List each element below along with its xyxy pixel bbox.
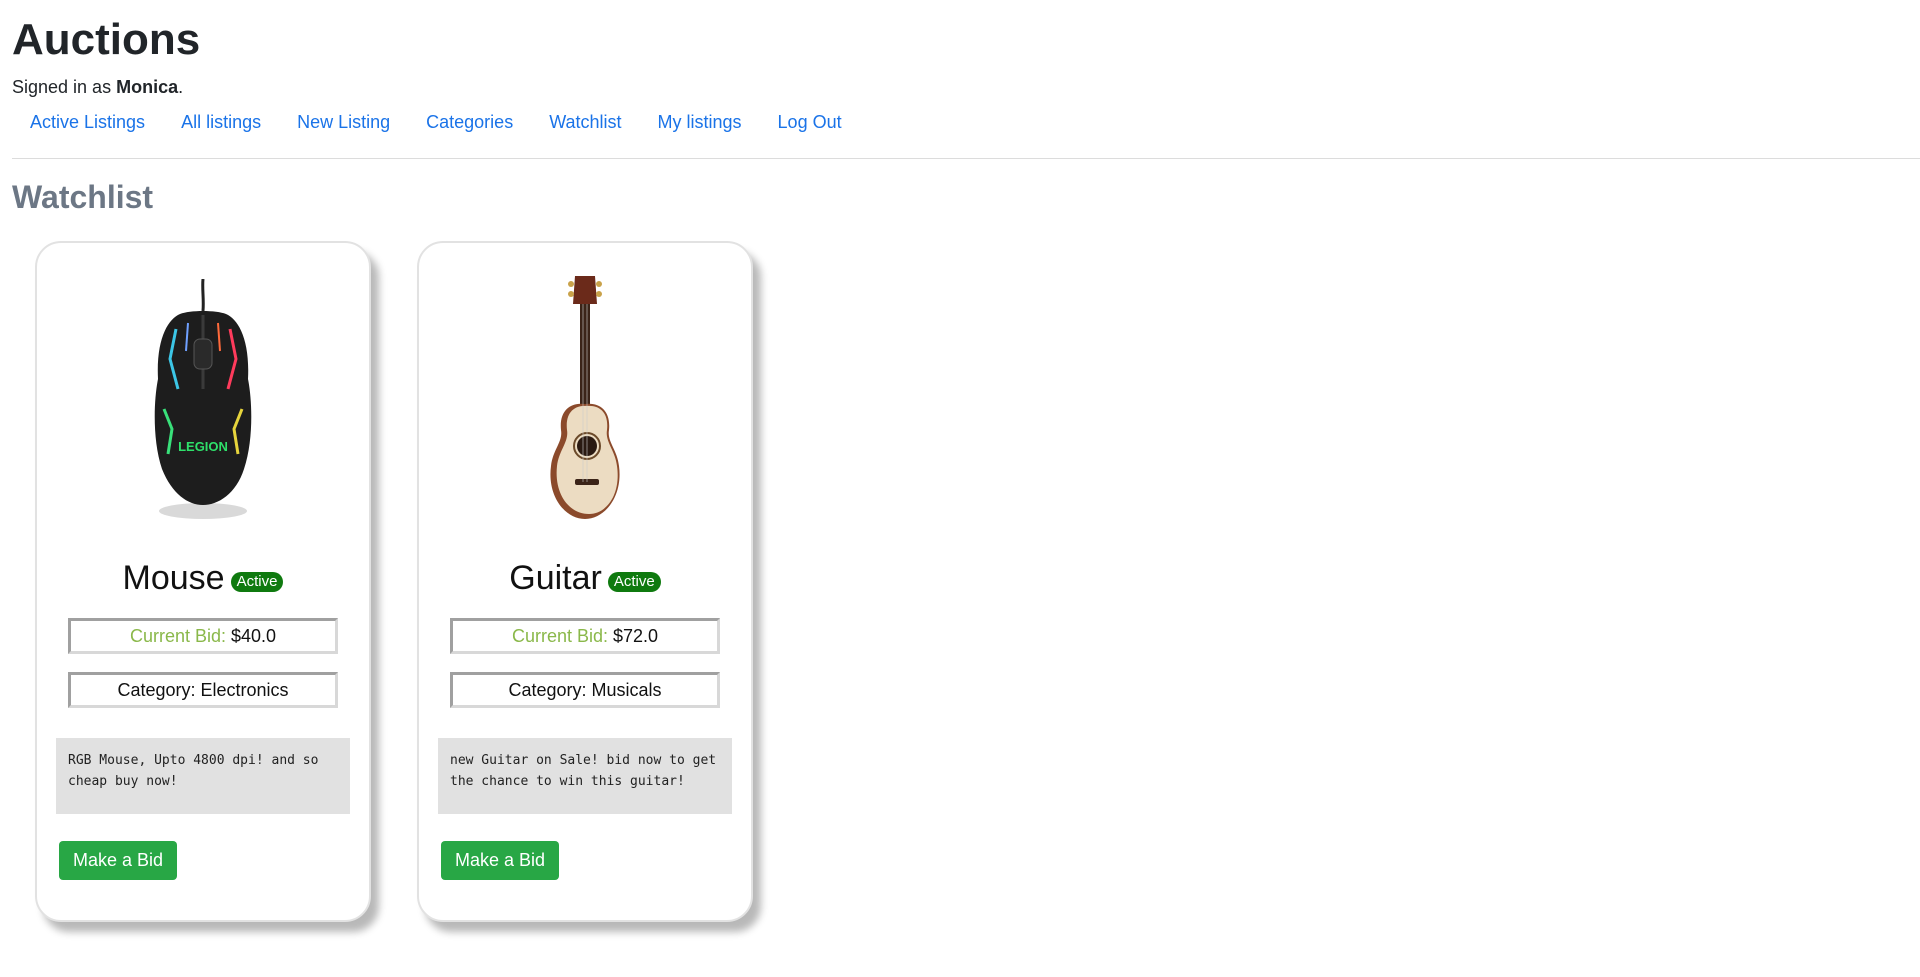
signed-in-text: Signed in as Monica.	[12, 76, 1908, 98]
current-bid-label: Current Bid:	[511, 625, 608, 646]
listing-description: RGB Mouse, Upto 4800 dpi! and so cheap b…	[56, 738, 350, 815]
main-nav: Active Listings All listings New Listing…	[12, 108, 1908, 136]
nav-active-listings[interactable]: Active Listings	[30, 108, 145, 136]
page-heading: Watchlist	[12, 179, 154, 215]
listing-title-row: Guitar Active	[419, 558, 751, 598]
acoustic-guitar-image[interactable]	[419, 261, 751, 536]
category-field: Category: Musicals	[450, 672, 720, 709]
nav-new-listing[interactable]: New Listing	[297, 108, 390, 136]
svg-text:LEGION: LEGION	[178, 439, 228, 454]
listing-title-row: Mouse Active	[37, 558, 369, 598]
status-badge: Active	[607, 572, 661, 592]
make-bid-button[interactable]: Make a Bid	[441, 841, 560, 881]
nav-categories[interactable]: Categories	[426, 108, 513, 136]
listing-card: LEGION Mouse Active Current Bid: $40.0 Ca…	[35, 241, 371, 923]
current-bid-value: $40.0	[231, 625, 277, 646]
listing-card: Guitar Active Current Bid: $72.0 Category…	[417, 241, 753, 923]
signed-in-prefix: Signed in as	[12, 77, 117, 97]
signed-in-username: Monica	[116, 77, 179, 97]
status-badge: Active	[230, 572, 284, 592]
divider	[12, 158, 1920, 159]
signed-in-suffix: .	[178, 77, 184, 97]
category-field: Category: Electronics	[68, 672, 338, 709]
current-bid-field: Current Bid: $72.0	[450, 618, 720, 655]
current-bid-value: $72.0	[613, 625, 659, 646]
listing-description: new Guitar on Sale! bid now to get the c…	[438, 738, 732, 815]
page: Auctions Signed in as Monica. Active Lis…	[0, 0, 1920, 923]
app-title: Auctions	[12, 15, 201, 64]
gaming-mouse-image[interactable]: LEGION	[37, 261, 369, 536]
listing-title[interactable]: Mouse	[123, 559, 225, 597]
nav-all-listings[interactable]: All listings	[181, 108, 261, 136]
listing-cards: LEGION Mouse Active Current Bid: $40.0 Ca…	[12, 241, 1908, 923]
guitar-icon	[550, 275, 620, 519]
nav-my-listings[interactable]: My listings	[658, 108, 742, 136]
mouse-icon: LEGION	[154, 278, 252, 519]
nav-log-out[interactable]: Log Out	[778, 108, 842, 136]
make-bid-button[interactable]: Make a Bid	[59, 841, 178, 881]
listing-title[interactable]: Guitar	[509, 559, 602, 597]
current-bid-label: Current Bid:	[129, 625, 226, 646]
current-bid-field: Current Bid: $40.0	[68, 618, 338, 655]
nav-watchlist[interactable]: Watchlist	[549, 108, 621, 136]
